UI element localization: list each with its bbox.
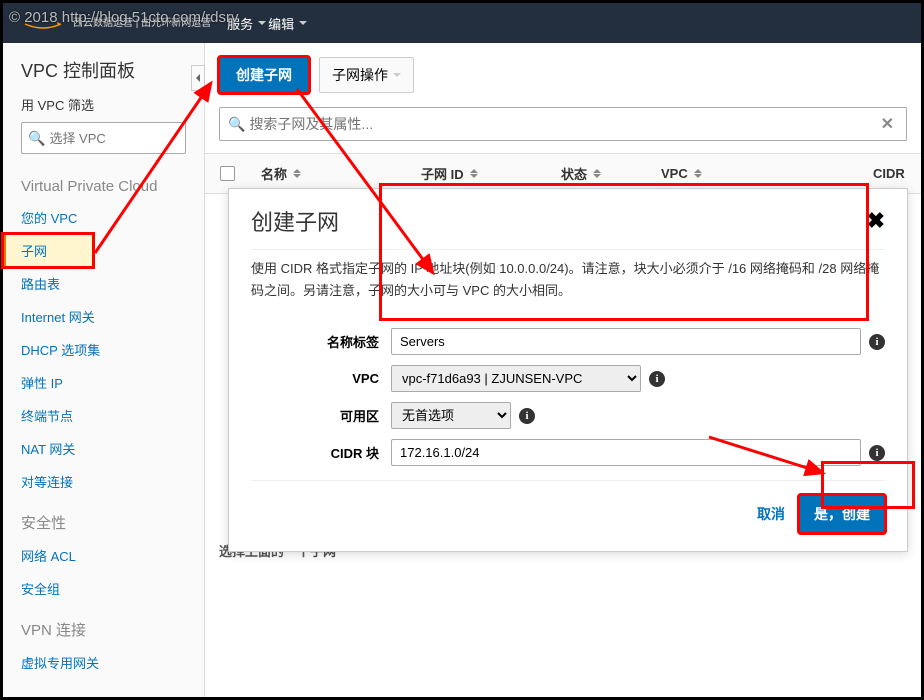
sidebar-vpc-filter[interactable]: 🔍 xyxy=(21,122,186,154)
sidebar-filter-label: 用 VPC 筛选 xyxy=(3,95,204,122)
confirm-create-button[interactable]: 是，创建 xyxy=(799,495,885,533)
sidebar-item-nacl[interactable]: 网络 ACL xyxy=(3,539,204,572)
modal-description: 使用 CIDR 格式指定子网的 IP 地址块(例如 10.0.0.0/24)。请… xyxy=(229,250,907,316)
sidebar-vpc-filter-input[interactable] xyxy=(49,131,225,146)
sidebar-section-security: 安全性 xyxy=(3,506,204,539)
sidebar-item-peering[interactable]: 对等连接 xyxy=(3,465,204,498)
sort-icon xyxy=(593,165,601,182)
modal-close-icon[interactable]: ✖ xyxy=(867,208,885,234)
clear-search-icon[interactable]: ✕ xyxy=(877,114,898,134)
create-subnet-button[interactable]: 创建子网 xyxy=(219,57,309,93)
cidr-input[interactable] xyxy=(391,439,861,466)
sort-icon xyxy=(293,165,301,182)
sort-icon xyxy=(694,165,702,182)
sidebar-collapse-icon[interactable] xyxy=(191,65,205,91)
name-tag-label: 名称标签 xyxy=(251,332,391,351)
sidebar-title: VPC 控制面板 xyxy=(3,57,204,95)
aws-logo xyxy=(23,14,63,32)
search-icon: 🔍 xyxy=(28,130,45,147)
name-tag-input[interactable] xyxy=(391,328,861,355)
info-icon[interactable]: i xyxy=(649,371,665,387)
sidebar-item-nat[interactable]: NAT 网关 xyxy=(3,432,204,465)
sidebar-item-dhcp[interactable]: DHCP 选项集 xyxy=(3,333,204,366)
az-label: 可用区 xyxy=(251,406,391,425)
sidebar-item-your-vpc[interactable]: 您的 VPC xyxy=(3,201,204,234)
subnet-actions-button[interactable]: 子网操作 xyxy=(319,57,414,93)
az-select[interactable]: 无首选项 xyxy=(391,402,511,429)
info-icon[interactable]: i xyxy=(869,445,885,461)
vpc-select[interactable]: vpc-f71d6a93 | ZJUNSEN-VPC xyxy=(391,365,641,392)
modal-title: 创建子网 xyxy=(251,205,339,237)
sidebar: VPC 控制面板 用 VPC 筛选 🔍 Virtual Private Clou… xyxy=(3,43,205,697)
modal-form: 名称标签 i VPC vpc-f71d6a93 | ZJUNSEN-VPC i 可… xyxy=(229,316,907,480)
cidr-label: CIDR 块 xyxy=(251,443,391,462)
sidebar-item-eip[interactable]: 弹性 IP xyxy=(3,366,204,399)
services-menu[interactable]: 服务 xyxy=(227,14,266,33)
toolbar: 创建子网 子网操作 xyxy=(205,43,921,107)
header-tagline: 西云数据运营 | 由光环新网运营 xyxy=(73,18,211,29)
info-icon[interactable]: i xyxy=(519,408,535,424)
sidebar-item-vgw[interactable]: 虚拟专用网关 xyxy=(3,646,204,679)
sidebar-item-subnets[interactable]: 子网 xyxy=(3,234,93,267)
search-icon: 🔍 xyxy=(228,116,245,133)
subnet-search[interactable]: 🔍 ✕ xyxy=(219,107,907,141)
info-icon[interactable]: i xyxy=(869,334,885,350)
sidebar-section-vpn: VPN 连接 xyxy=(3,613,204,646)
sidebar-item-route-tables[interactable]: 路由表 xyxy=(3,267,204,300)
cancel-button[interactable]: 取消 xyxy=(757,504,785,524)
sidebar-section-vpc: Virtual Private Cloud xyxy=(3,172,204,201)
sidebar-item-endpoints[interactable]: 终端节点 xyxy=(3,399,204,432)
edit-menu[interactable]: 编辑 xyxy=(268,14,307,33)
sidebar-item-igw[interactable]: Internet 网关 xyxy=(3,300,204,333)
top-header: 西云数据运营 | 由光环新网运营 服务 编辑 xyxy=(3,3,921,43)
sidebar-item-sg[interactable]: 安全组 xyxy=(3,572,204,605)
sort-icon xyxy=(470,165,478,182)
subnet-search-input[interactable] xyxy=(249,116,876,132)
vpc-label: VPC xyxy=(251,371,391,386)
create-subnet-modal: 创建子网 ✖ 使用 CIDR 格式指定子网的 IP 地址块(例如 10.0.0.… xyxy=(228,188,908,552)
